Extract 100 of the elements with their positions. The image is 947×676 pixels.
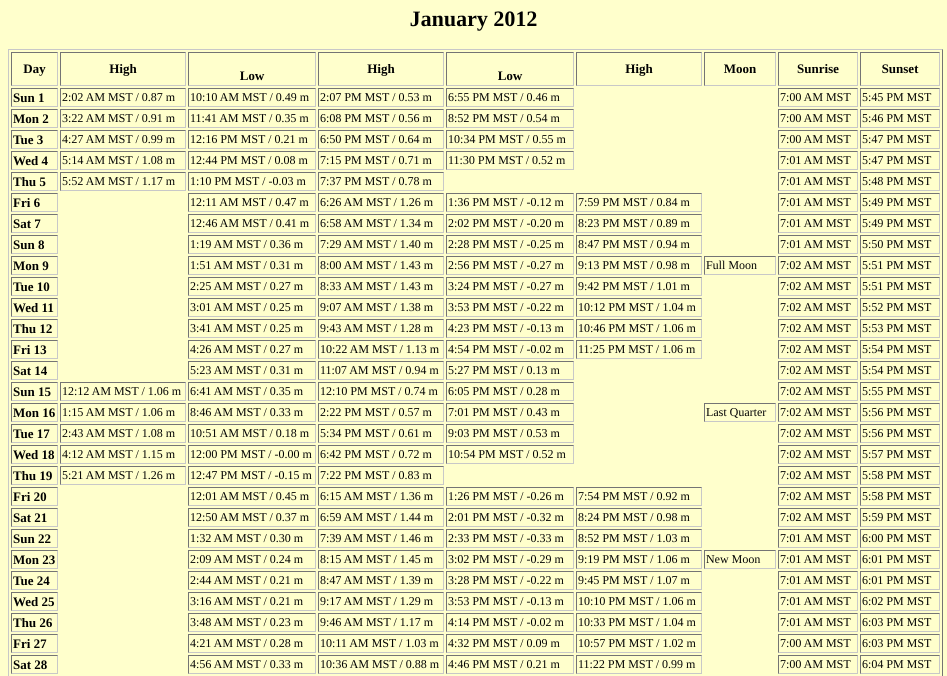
table-cell: 8:15 AM MST / 1.45 m — [318, 550, 444, 569]
table-cell: 9:19 PM MST / 1.06 m — [576, 550, 702, 569]
table-cell: 10:57 PM MST / 1.02 m — [576, 634, 702, 653]
table-cell: 7:00 AM MST — [778, 88, 858, 107]
table-cell: 7:02 AM MST — [778, 466, 858, 485]
table-cell: 12:12 AM MST / 1.06 m — [60, 382, 186, 401]
table-cell: 5:56 PM MST — [860, 403, 940, 422]
table-cell: 6:26 AM MST / 1.26 m — [318, 193, 444, 212]
table-cell: 7:01 AM MST — [778, 592, 858, 611]
table-cell: 11:30 PM MST / 0.52 m — [446, 151, 574, 170]
table-cell: 8:46 AM MST / 0.33 m — [188, 403, 316, 422]
table-cell: 4:23 PM MST / -0.13 m — [446, 319, 574, 338]
table-cell: 5:52 PM MST — [860, 298, 940, 317]
table-cell: 12:46 AM MST / 0.41 m — [188, 214, 316, 233]
table-cell: 1:15 AM MST / 1.06 m — [60, 403, 186, 422]
table-cell: 5:52 AM MST / 1.17 m — [60, 172, 186, 191]
table-cell: 7:02 AM MST — [778, 508, 858, 527]
table-cell: 5:21 AM MST / 1.26 m — [60, 466, 186, 485]
table-cell: 2:02 PM MST / -0.20 m — [446, 214, 574, 233]
table-cell: 7:02 AM MST — [778, 445, 858, 464]
table-cell: 7:01 AM MST — [778, 613, 858, 632]
table-cell: 9:17 AM MST / 1.29 m — [318, 592, 444, 611]
table-cell: 2:01 PM MST / -0.32 m — [446, 508, 574, 527]
table-cell: 7:15 PM MST / 0.71 m — [318, 151, 444, 170]
table-cell: 1:10 PM MST / -0.03 m — [188, 172, 316, 191]
table-cell: 12:47 PM MST / -0.15 m — [188, 466, 316, 485]
table-cell: 6:08 PM MST / 0.56 m — [318, 109, 444, 128]
day-cell: Fri 20 — [11, 487, 58, 506]
table-cell: 4:14 PM MST / -0.02 m — [446, 613, 574, 632]
table-cell: 8:00 AM MST / 1.43 m — [318, 256, 444, 275]
table-cell: 6:15 AM MST / 1.36 m — [318, 487, 444, 506]
table-cell: 3:22 AM MST / 0.91 m — [60, 109, 186, 128]
table-cell: 5:53 PM MST — [860, 319, 940, 338]
day-cell: Fri 27 — [11, 634, 58, 653]
day-cell: Wed 4 — [11, 151, 58, 170]
table-cell: 8:23 PM MST / 0.89 m — [576, 214, 702, 233]
table-cell: 3:48 AM MST / 0.23 m — [188, 613, 316, 632]
table-cell: 6:42 PM MST / 0.72 m — [318, 445, 444, 464]
table-cell: 5:55 PM MST — [860, 382, 940, 401]
table-cell: 6:58 AM MST / 1.34 m — [318, 214, 444, 233]
table-cell: 2:33 PM MST / -0.33 m — [446, 529, 574, 548]
column-header: Moon — [704, 52, 776, 86]
day-cell: Tue 24 — [11, 571, 58, 590]
day-cell: Tue 10 — [11, 277, 58, 296]
table-cell: 7:22 PM MST / 0.83 m — [318, 466, 444, 485]
table-cell: 10:33 PM MST / 1.04 m — [576, 613, 702, 632]
table-cell: 3:24 PM MST / -0.27 m — [446, 277, 574, 296]
day-cell: Thu 19 — [11, 466, 58, 485]
table-cell: 6:41 AM MST / 0.35 m — [188, 382, 316, 401]
table-cell: 10:10 AM MST / 0.49 m — [188, 88, 316, 107]
day-cell: Fri 13 — [11, 340, 58, 359]
table-cell: 7:02 AM MST — [778, 319, 858, 338]
table-cell: 6:59 AM MST / 1.44 m — [318, 508, 444, 527]
table-cell: 2:43 AM MST / 1.08 m — [60, 424, 186, 443]
table-cell: 8:52 PM MST / 1.03 m — [576, 529, 702, 548]
column-header: High — [576, 52, 702, 86]
day-cell: Fri 6 — [11, 193, 58, 212]
table-cell: 8:47 AM MST / 1.39 m — [318, 571, 444, 590]
table-cell: 4:27 AM MST / 0.99 m — [60, 130, 186, 149]
table-cell: 7:02 AM MST — [778, 487, 858, 506]
table-cell: 2:25 AM MST / 0.27 m — [188, 277, 316, 296]
table-cell: 2:44 AM MST / 0.21 m — [188, 571, 316, 590]
table-cell: 4:46 PM MST / 0.21 m — [446, 655, 574, 674]
table-cell: 12:16 PM MST / 0.21 m — [188, 130, 316, 149]
table-cell: 7:02 AM MST — [778, 256, 858, 275]
table-cell: 7:01 AM MST — [778, 235, 858, 254]
table-cell: 2:28 PM MST / -0.25 m — [446, 235, 574, 254]
table-cell: 7:01 AM MST — [778, 214, 858, 233]
table-cell: 2:07 PM MST / 0.53 m — [318, 88, 444, 107]
table-cell: 9:43 AM MST / 1.28 m — [318, 319, 444, 338]
table-cell: 3:16 AM MST / 0.21 m — [188, 592, 316, 611]
table-cell: 2:22 PM MST / 0.57 m — [318, 403, 444, 422]
table-cell: 5:50 PM MST — [860, 235, 940, 254]
table-cell: 12:44 PM MST / 0.08 m — [188, 151, 316, 170]
table-cell: 4:26 AM MST / 0.27 m — [188, 340, 316, 359]
table-cell: 3:02 PM MST / -0.29 m — [446, 550, 574, 569]
table-cell: 6:50 PM MST / 0.64 m — [318, 130, 444, 149]
table-cell: 5:34 PM MST / 0.61 m — [318, 424, 444, 443]
day-cell: Mon 9 — [11, 256, 58, 275]
table-cell: 9:45 PM MST / 1.07 m — [576, 571, 702, 590]
table-cell: 7:02 AM MST — [778, 298, 858, 317]
table-cell: 7:00 AM MST — [778, 109, 858, 128]
table-cell: 5:57 PM MST — [860, 445, 940, 464]
table-cell: 5:14 AM MST / 1.08 m — [60, 151, 186, 170]
day-cell: Thu 26 — [11, 613, 58, 632]
table-cell: 7:02 AM MST — [778, 382, 858, 401]
day-cell: Sun 22 — [11, 529, 58, 548]
table-cell: 3:28 PM MST / -0.22 m — [446, 571, 574, 590]
table-cell: 7:00 AM MST — [778, 130, 858, 149]
table-cell: 5:47 PM MST — [860, 151, 940, 170]
table-cell: 4:56 AM MST / 0.33 m — [188, 655, 316, 674]
table-cell: 12:50 AM MST / 0.37 m — [188, 508, 316, 527]
day-cell: Mon 2 — [11, 109, 58, 128]
day-cell: Sun 1 — [11, 88, 58, 107]
table-cell: 12:10 PM MST / 0.74 m — [318, 382, 444, 401]
table-cell: 7:00 AM MST — [778, 655, 858, 674]
table-cell: 5:49 PM MST — [860, 193, 940, 212]
column-header: Day — [11, 52, 58, 86]
table-cell: 7:02 AM MST — [778, 403, 858, 422]
day-cell: Wed 11 — [11, 298, 58, 317]
